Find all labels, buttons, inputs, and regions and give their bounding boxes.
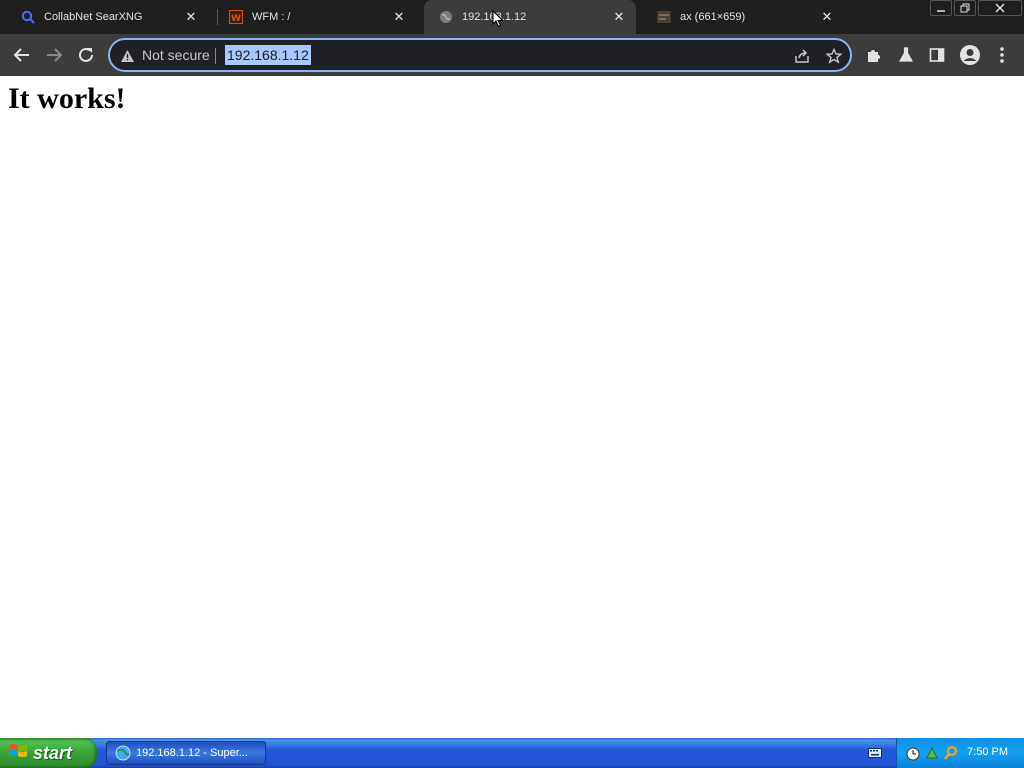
- windows-flag-icon: [8, 742, 28, 764]
- extensions-icon[interactable]: [864, 45, 884, 65]
- tab-ax-image[interactable]: ax (661×659) ✕: [636, 0, 844, 34]
- taskbar-item-label: 192.168.1.12 - Super...: [136, 747, 248, 759]
- start-label: start: [33, 742, 73, 763]
- forward-arrow-icon: [47, 48, 63, 62]
- close-tab-icon[interactable]: ✕: [392, 10, 406, 24]
- system-tray: 7:50 PM: [896, 738, 1024, 768]
- search-icon: [20, 9, 36, 25]
- wfm-icon: W: [228, 9, 244, 25]
- close-window-button[interactable]: [978, 0, 1022, 16]
- tray-network-icon[interactable]: [924, 745, 940, 761]
- bookmark-star-icon[interactable]: [825, 47, 843, 65]
- menu-kebab-icon[interactable]: [992, 45, 1012, 65]
- tab-title: CollabNet SearXNG: [44, 11, 143, 23]
- security-label[interactable]: Not secure: [142, 47, 210, 63]
- close-tab-icon[interactable]: ✕: [820, 10, 834, 24]
- mouse-cursor-icon: [492, 10, 504, 28]
- tab-title: WFM : /: [252, 11, 291, 23]
- image-icon: [656, 9, 672, 25]
- labs-flask-icon[interactable]: [896, 45, 916, 65]
- forward-button[interactable]: [40, 41, 68, 69]
- address-bar[interactable]: Not secure 192.168.1.12: [108, 38, 852, 72]
- reload-button[interactable]: [72, 41, 100, 69]
- reload-icon: [79, 47, 93, 62]
- warning-icon[interactable]: [120, 48, 135, 67]
- start-button[interactable]: start: [0, 738, 97, 768]
- taskbar: start 192.168.1.12 - Super... 7:50 PM: [0, 738, 1024, 768]
- tab-wfm[interactable]: W WFM : / ✕: [208, 0, 416, 34]
- browser-toolbar: Not secure 192.168.1.12: [0, 34, 1024, 76]
- browser-globe-icon: [115, 745, 131, 761]
- restore-icon: [960, 3, 970, 13]
- page-content: It works!: [0, 76, 1024, 738]
- share-icon[interactable]: [793, 47, 811, 65]
- restore-button[interactable]: [954, 0, 976, 16]
- tray-clock-icon[interactable]: [905, 745, 921, 761]
- side-panel-icon[interactable]: [927, 45, 947, 65]
- profile-avatar-icon[interactable]: [958, 43, 982, 67]
- taskbar-item-browser[interactable]: 192.168.1.12 - Super...: [106, 741, 266, 765]
- url-text[interactable]: 192.168.1.12: [225, 45, 311, 65]
- back-arrow-icon: [13, 48, 29, 62]
- omnibox-divider: [215, 48, 216, 64]
- tab-192-168-1-12[interactable]: 192.168.1.12 ✕: [424, 0, 636, 34]
- tab-title: ax (661×659): [680, 11, 746, 23]
- minimize-button[interactable]: [930, 0, 952, 16]
- page-heading: It works!: [8, 82, 126, 115]
- globe-icon: [438, 9, 454, 25]
- tray-search-icon[interactable]: [943, 745, 959, 761]
- clock: 7:50 PM: [967, 746, 1008, 758]
- close-tab-icon[interactable]: ✕: [612, 10, 626, 24]
- minimize-icon: [937, 10, 945, 12]
- back-button[interactable]: [8, 41, 36, 69]
- tab-collabnet-searxng[interactable]: CollabNet SearXNG ✕: [0, 0, 208, 34]
- window-controls: [928, 0, 1022, 18]
- close-icon: [995, 3, 1005, 13]
- close-tab-icon[interactable]: ✕: [184, 10, 198, 24]
- tab-strip: CollabNet SearXNG ✕ W WFM : / ✕ 192.168.…: [0, 0, 1024, 34]
- svg-text:W: W: [231, 14, 241, 24]
- tab-title: 192.168.1.12: [462, 11, 612, 23]
- keyboard-icon[interactable]: [868, 748, 882, 758]
